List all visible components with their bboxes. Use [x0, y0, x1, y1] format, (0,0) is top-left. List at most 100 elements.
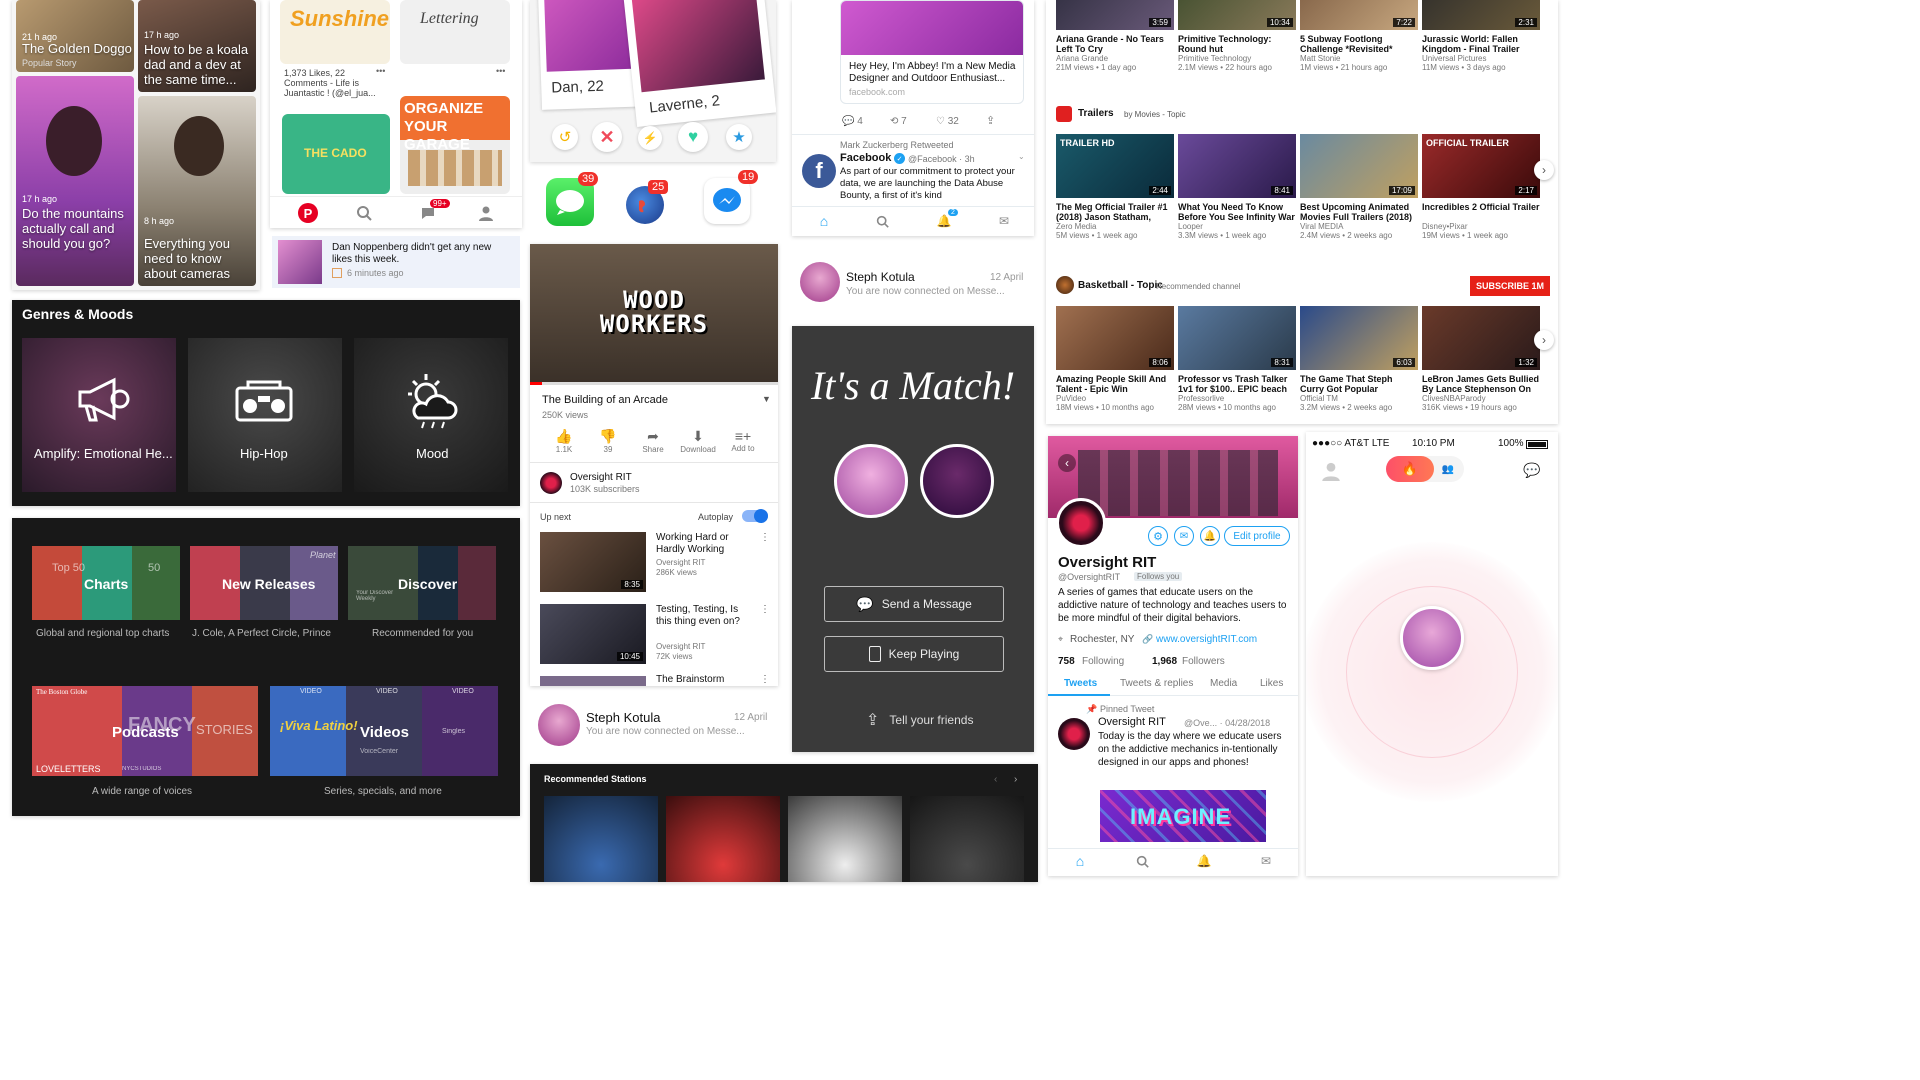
keep-playing-button[interactable]: Keep Playing — [824, 636, 1004, 672]
action-add-to[interactable]: ≡+ Add to — [728, 428, 758, 453]
bell-icon[interactable]: 🔔 — [1196, 853, 1212, 869]
message-row[interactable]: Steph Kotula 12 April You are now connec… — [792, 254, 1034, 310]
mail-icon[interactable]: ✉ — [996, 213, 1012, 229]
station-tile[interactable] — [788, 796, 902, 882]
pin-garage[interactable]: ORGANIZE YOUR GARAGE — [400, 96, 510, 194]
tweet-avatar[interactable] — [1058, 718, 1090, 750]
thumbnail[interactable]: 8:31 — [1178, 306, 1296, 370]
profile-icon[interactable] — [476, 203, 496, 223]
profile-icon[interactable] — [1318, 458, 1344, 484]
following-label[interactable]: Following — [1082, 656, 1124, 667]
tweet-image[interactable]: IMAGINE — [1100, 790, 1266, 842]
genre-tile-amplify[interactable]: Amplify: Emotional He... — [22, 338, 176, 492]
send-message-button[interactable]: 💬 Send a Message — [824, 586, 1004, 622]
more-icon[interactable]: ••• — [376, 66, 385, 76]
tile-discover[interactable]: Your Discover Weekly Discover — [348, 546, 496, 620]
chevron-down-icon[interactable]: ▼ — [762, 394, 771, 404]
tile-new-releases[interactable]: Planet New Releases — [190, 546, 338, 620]
video-card[interactable]: 1:32 LeBron James Gets Bullied By Lance S… — [1422, 306, 1540, 412]
tab-tweets-replies[interactable]: Tweets & replies — [1120, 678, 1193, 689]
more-vert-icon[interactable]: ⋮ — [760, 604, 770, 615]
message-row[interactable]: Steph Kotula 12 April You are now connec… — [530, 698, 778, 754]
edit-profile-button[interactable]: Edit profile — [1224, 526, 1290, 546]
following-count[interactable]: 758 — [1058, 656, 1075, 667]
thumbnail[interactable]: FINAL TRAILER2:31 — [1422, 0, 1540, 30]
pinterest-logo-icon[interactable]: P — [298, 203, 318, 223]
search-icon[interactable] — [874, 213, 890, 229]
tile-videos[interactable]: VIDEO VIDEO VIDEO ¡Viva Latino! VoiceCen… — [270, 686, 498, 776]
thumbnail[interactable]: 8:41 — [1178, 134, 1296, 198]
rewind-icon[interactable]: ↺ — [552, 124, 578, 150]
story-golden-doggo[interactable]: 21 h ago The Golden Doggo Popular Story — [16, 0, 134, 72]
video-card[interactable]: vevo3:59 Ariana Grande - No Tears Left To… — [1056, 0, 1174, 72]
station-tile[interactable] — [544, 796, 658, 882]
more-icon[interactable]: ••• — [496, 66, 505, 76]
like-button[interactable]: ♡ 32 — [936, 116, 959, 127]
boost-icon[interactable]: ⚡ — [638, 126, 662, 150]
tab-media[interactable]: Media — [1210, 678, 1237, 689]
chevron-left-icon[interactable]: ‹ — [994, 774, 997, 785]
home-icon[interactable]: ⌂ — [816, 213, 832, 229]
tell-friends-button[interactable]: ⇪ Tell your friends — [866, 710, 973, 730]
video-card[interactable]: 8:41 What You Need To Know Before You See… — [1178, 134, 1296, 240]
reply-button[interactable]: 💬 4 — [842, 116, 863, 127]
video-card[interactable]: 6:03 The Game That Steph Curry Got Popula… — [1300, 306, 1418, 412]
mode-toggle[interactable]: 🔥 👥 — [1386, 456, 1464, 482]
thumbnail[interactable]: vevo3:59 — [1056, 0, 1174, 30]
video-card[interactable]: OFFICIAL TRAILER 2:17 Incredibles 2 Offici… — [1422, 134, 1540, 240]
station-tile[interactable] — [666, 796, 780, 882]
video-card[interactable]: 7:22 5 Subway Footlong Challenge *Revisit… — [1300, 0, 1418, 72]
tweet-author[interactable]: Facebook — [840, 152, 891, 164]
bell-icon[interactable]: 🔔 — [1200, 526, 1220, 546]
story-cameras[interactable]: 8 h ago Everything you need to know abou… — [138, 96, 256, 286]
followers-label[interactable]: Followers — [1182, 656, 1225, 667]
thumbnail[interactable]: 7:22 — [1300, 0, 1418, 30]
more-vert-icon[interactable]: ⋮ — [760, 532, 770, 543]
messages-icon[interactable]: 💬 — [1520, 458, 1544, 482]
video-card[interactable]: 8:06 Amazing People Skill And Talent - Ep… — [1056, 306, 1174, 412]
tweet-card[interactable]: Hey Hey, I'm Abbey! I'm a New Media Desi… — [840, 0, 1024, 104]
video-player[interactable]: WOOD WORKERS — [530, 244, 778, 384]
video-progress[interactable] — [530, 382, 778, 385]
video-card[interactable]: 10:34 Primitive Technology: Round hut Prim… — [1178, 0, 1296, 72]
tile-podcasts[interactable]: The Boston Globe FANCY STORIES LOVELETTE… — [32, 686, 258, 776]
superlike-icon[interactable]: ★ — [726, 124, 752, 150]
profile-url[interactable]: www.oversightRIT.com — [1156, 634, 1257, 645]
tab-tweets[interactable]: Tweets — [1064, 678, 1097, 689]
story-koala-dad[interactable]: 17 h ago How to be a koala dad and a dev… — [138, 0, 256, 92]
action-share[interactable]: ➦ Share — [638, 428, 668, 454]
likes-notification[interactable]: Dan Noppenberg didn't get any new likes … — [272, 236, 520, 288]
chevron-right-icon[interactable]: › — [1534, 160, 1554, 180]
thumbnail[interactable]: TRAILER HD 2:44 — [1056, 134, 1174, 198]
messenger-icon[interactable] — [704, 178, 750, 224]
search-icon[interactable] — [354, 203, 374, 223]
thumbnail[interactable]: 6:03 — [1300, 306, 1418, 370]
thumbnail[interactable]: 8:06 — [1056, 306, 1174, 370]
video-card[interactable]: 17:09 Best Upcoming Animated Movies Full … — [1300, 134, 1418, 240]
action-like[interactable]: 👍 1.1K — [550, 428, 578, 454]
genre-tile-hiphop[interactable]: Hip-Hop — [188, 338, 342, 492]
video-card[interactable]: 8:31 Professor vs Trash Talker 1v1 for $1… — [1178, 306, 1296, 412]
channel-avatar[interactable] — [540, 472, 562, 494]
profile-card-laverne[interactable]: Laverne, 2 — [623, 0, 776, 127]
up-next-item[interactable]: The Brainstorm ⋮ — [540, 674, 770, 686]
chevron-right-icon[interactable]: › — [1534, 330, 1554, 350]
like-icon[interactable]: ♥ — [678, 122, 708, 152]
home-icon[interactable]: ⌂ — [1072, 853, 1088, 869]
mail-icon[interactable]: ✉ — [1174, 526, 1194, 546]
up-next-item[interactable]: 8:35 Working Hard or Hardly Working Over… — [540, 532, 770, 594]
more-vert-icon[interactable]: ⋮ — [760, 674, 770, 685]
back-icon[interactable]: ‹ — [1058, 454, 1076, 472]
followers-count[interactable]: 1,968 — [1152, 656, 1177, 667]
pin-sunshine[interactable]: Sunshine — [280, 0, 390, 64]
facebook-logo-icon[interactable]: f — [802, 154, 836, 188]
tile-charts[interactable]: Top 50 50 Charts — [32, 546, 180, 620]
action-dislike[interactable]: 👎 39 — [594, 428, 622, 454]
video-card[interactable]: FINAL TRAILER2:31 Jurassic World: Fallen … — [1422, 0, 1540, 72]
thumbnail[interactable]: 17:09 — [1300, 134, 1418, 198]
nope-icon[interactable]: ✕ — [592, 122, 622, 152]
tweet-author[interactable]: Oversight RIT — [1098, 716, 1166, 728]
mail-icon[interactable]: ✉ — [1258, 853, 1274, 869]
settings-icon[interactable]: ⚙ — [1148, 526, 1168, 546]
user-avatar[interactable] — [1400, 606, 1464, 670]
